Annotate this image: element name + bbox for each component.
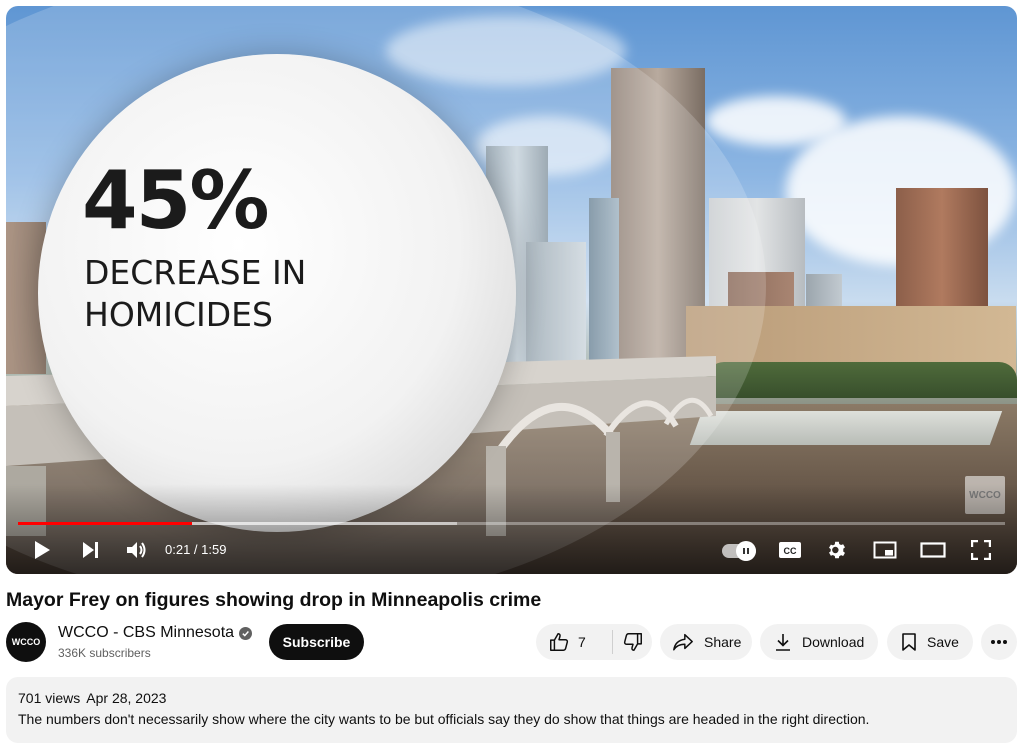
like-button[interactable]: 7 — [536, 624, 612, 660]
share-icon — [673, 633, 693, 651]
theater-mode-button[interactable] — [918, 536, 948, 564]
download-label: Download — [802, 634, 865, 650]
thumbs-up-icon — [550, 633, 569, 651]
next-icon — [83, 542, 98, 558]
autoplay-knob — [736, 541, 756, 561]
settings-button[interactable] — [823, 536, 851, 564]
subscriber-count: 336K subscribers — [58, 646, 151, 660]
gear-icon — [829, 541, 845, 559]
download-icon — [776, 634, 790, 651]
like-dislike-group: 7 — [536, 624, 652, 660]
fullscreen-icon — [971, 540, 991, 560]
miniplayer-icon — [873, 541, 897, 559]
more-horizontal-icon — [991, 640, 1007, 644]
upload-date: Apr 28, 2023 — [86, 690, 167, 706]
volume-button[interactable] — [123, 536, 151, 564]
captions-button[interactable]: CC — [776, 536, 804, 564]
like-count: 7 — [578, 634, 586, 650]
share-button[interactable]: Share — [660, 624, 752, 660]
volume-icon — [127, 542, 146, 558]
svg-text:CC: CC — [784, 546, 797, 556]
share-label: Share — [704, 634, 742, 650]
save-button[interactable]: Save — [887, 624, 973, 660]
treeline — [706, 362, 1017, 398]
thumbs-down-icon — [623, 633, 642, 651]
subscribe-button[interactable]: Subscribe — [269, 624, 364, 660]
captions-icon: CC — [779, 542, 801, 558]
description-meta: 701 views Apr 28, 2023 — [18, 690, 1005, 706]
controls-gradient — [6, 484, 1017, 574]
pause-icon — [743, 548, 749, 554]
waterfall — [689, 411, 1003, 445]
theater-icon — [920, 542, 946, 558]
play-button[interactable] — [28, 536, 56, 564]
more-actions-button[interactable] — [981, 624, 1017, 660]
overlay-stat: 45% — [82, 154, 269, 247]
dislike-button[interactable] — [613, 624, 652, 660]
progress-bar[interactable] — [18, 522, 1005, 525]
view-count: 701 views — [18, 690, 81, 706]
verified-badge-icon — [239, 626, 253, 640]
download-button[interactable]: Download — [760, 624, 878, 660]
save-label: Save — [927, 634, 959, 650]
description-text: The numbers don't necessarily show where… — [18, 711, 870, 727]
time-display: 0:21 / 1:59 — [165, 542, 227, 557]
channel-name: WCCO - CBS Minnesota — [58, 624, 235, 641]
bookmark-icon — [902, 633, 916, 651]
autoplay-toggle[interactable] — [722, 541, 756, 561]
play-icon — [35, 541, 50, 559]
description-box[interactable]: 701 views Apr 28, 2023 The numbers don't … — [6, 677, 1017, 743]
video-player[interactable]: 45% DECREASE IN HOMICIDES WCCO 0:21 / 1:… — [6, 6, 1017, 574]
next-button[interactable] — [76, 536, 104, 564]
channel-name-link[interactable]: WCCO - CBS Minnesota — [58, 624, 253, 642]
channel-avatar[interactable]: WCCO — [6, 622, 46, 662]
fullscreen-button[interactable] — [967, 536, 995, 564]
miniplayer-button[interactable] — [871, 536, 899, 564]
video-title: Mayor Frey on figures showing drop in Mi… — [6, 589, 542, 611]
overlay-label: DECREASE IN HOMICIDES — [84, 253, 307, 334]
progress-played — [18, 522, 192, 525]
